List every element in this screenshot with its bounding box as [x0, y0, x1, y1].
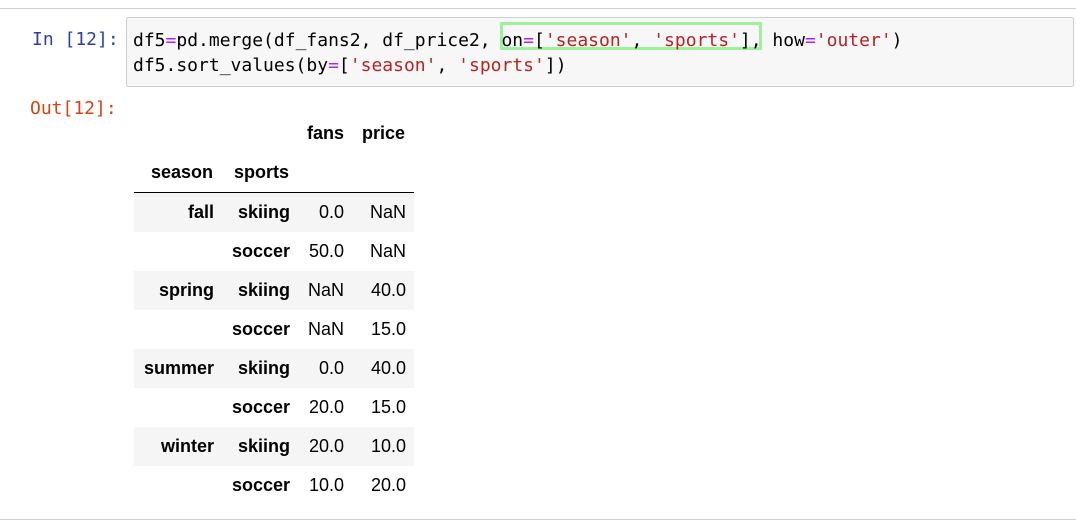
code-line-1[interactable]: df5=pd.merge(df_fans2, df_price2, on=['s…	[133, 28, 903, 53]
code-token: ,	[631, 30, 654, 51]
cell-season	[134, 388, 214, 427]
code-token: ,	[436, 55, 459, 76]
cell-season: summer	[134, 349, 214, 388]
cell-fans: 10.0	[308, 475, 344, 495]
code-token: 'sports'	[458, 55, 545, 76]
cell-season	[134, 232, 214, 271]
code-token: )	[891, 30, 903, 51]
cell-sports: soccer	[231, 475, 290, 495]
index-name-sports: sports	[234, 162, 290, 182]
cell-price: 40.0	[370, 280, 406, 300]
input-prompt: In [12]:	[32, 29, 119, 50]
code-token: ])	[544, 55, 567, 76]
code-token: pd.merge(df_fans2, df_price2, on	[176, 30, 524, 51]
index-name-season: season	[151, 162, 214, 182]
cell-fans: NaN	[307, 319, 344, 339]
code-token: =	[165, 30, 177, 51]
cell-sports: soccer	[231, 241, 290, 261]
cell-bottom-border	[0, 519, 1076, 520]
cell-sports: skiing	[237, 358, 290, 378]
code-token: 'outer'	[815, 30, 892, 51]
cell-season: fall	[134, 193, 214, 232]
code-token: df5	[133, 30, 166, 51]
table-row: soccer 10.0 20.0	[134, 466, 414, 505]
cell-season	[134, 466, 214, 505]
column-header-price: price	[362, 123, 406, 143]
code-token: [	[338, 55, 350, 76]
table-row: soccer 20.0 15.0	[134, 388, 414, 427]
cell-sports: soccer	[231, 397, 290, 417]
cell-price: 15.0	[370, 397, 406, 417]
cell-sports: soccer	[231, 319, 290, 339]
code-token: =	[328, 55, 339, 76]
cell-top-border	[0, 8, 1076, 9]
cell-sports: skiing	[237, 280, 290, 300]
cell-fans: 50.0	[308, 241, 344, 261]
cell-fans: NaN	[307, 280, 344, 300]
table-row: spring skiing NaN 40.0	[134, 271, 414, 310]
code-token: =	[523, 30, 534, 51]
code-line-2[interactable]: df5.sort_values(by=['season', 'sports'])	[133, 53, 567, 78]
cell-price: 40.0	[370, 358, 406, 378]
code-token: df5.sort_values(by	[133, 55, 329, 76]
table-row: soccer 50.0 NaN	[134, 232, 414, 271]
table-row: summer skiing 0.0 40.0	[134, 349, 414, 388]
cell-price: 15.0	[370, 319, 406, 339]
cell-sports: skiing	[237, 436, 290, 456]
column-header-fans: fans	[307, 123, 345, 143]
cell-sports: skiing	[237, 202, 290, 222]
table-row: fall skiing 0.0 NaN	[134, 193, 414, 232]
cell-price: 20.0	[370, 475, 406, 495]
cell-price: NaN	[369, 241, 406, 261]
output-prompt: Out[12]:	[30, 98, 117, 119]
cell-season	[134, 310, 214, 349]
table-row: soccer NaN 15.0	[134, 310, 414, 349]
cell-fans: 0.0	[318, 202, 344, 222]
code-token: =	[804, 30, 816, 51]
cell-price: NaN	[369, 202, 406, 222]
code-token: 'season'	[349, 55, 437, 76]
cell-season: spring	[134, 271, 214, 310]
code-token: 'sports'	[653, 30, 740, 51]
code-token: [	[533, 30, 545, 51]
code-token: 'season'	[544, 30, 632, 51]
cell-fans: 0.0	[318, 358, 344, 378]
cell-price: 10.0	[370, 436, 406, 456]
cell-fans: 20.0	[308, 436, 344, 456]
table-row: winter skiing 20.0 10.0	[134, 427, 414, 466]
cell-season: winter	[134, 427, 214, 466]
cell-fans: 20.0	[308, 397, 344, 417]
code-token: ], how	[739, 30, 805, 51]
